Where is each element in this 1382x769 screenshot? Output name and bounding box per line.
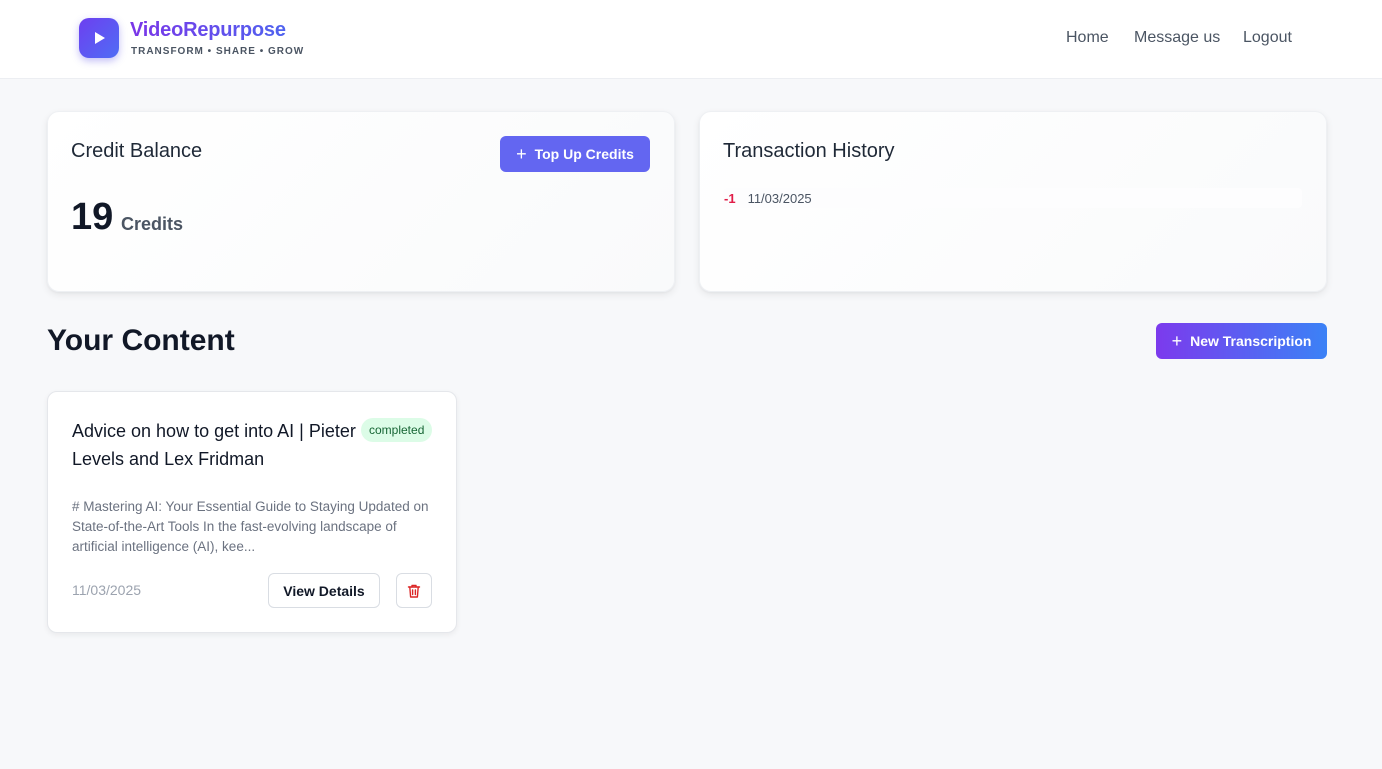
content-card: Advice on how to get into AI | Pieter Le… xyxy=(47,391,457,633)
credit-unit: Credits xyxy=(121,214,184,234)
content-date: 11/03/2025 xyxy=(72,582,142,598)
nav-logout-link[interactable]: Logout xyxy=(1243,29,1292,47)
transaction-amount: -1 xyxy=(724,190,736,206)
content-excerpt: # Mastering AI: Your Essential Guide to … xyxy=(72,499,429,554)
content-title[interactable]: Advice on how to get into AI | Pieter Le… xyxy=(72,417,362,473)
transaction-history-title: Transaction History xyxy=(723,140,895,162)
view-details-button[interactable]: View Details xyxy=(268,573,380,608)
brand-name[interactable]: VideoRepurpose xyxy=(130,19,286,42)
top-up-credits-button[interactable]: + Top Up Credits xyxy=(500,136,650,172)
transaction-row: -1 11/03/2025 xyxy=(723,188,1302,208)
trash-icon xyxy=(407,584,421,598)
play-icon xyxy=(95,32,105,44)
credit-amount: 19 xyxy=(71,196,114,238)
nav-home-link[interactable]: Home xyxy=(1066,29,1109,47)
brand-tagline: TRANSFORM • SHARE • GROW xyxy=(131,46,305,57)
new-transcription-label: New Transcription xyxy=(1190,333,1312,349)
nav-message-us-link[interactable]: Message us xyxy=(1134,29,1220,47)
plus-icon: + xyxy=(1171,330,1183,351)
plus-icon: + xyxy=(516,143,527,164)
your-content-heading: Your Content xyxy=(47,324,235,357)
logo[interactable] xyxy=(79,18,119,58)
delete-button[interactable] xyxy=(396,573,432,608)
status-badge: completed xyxy=(361,418,433,442)
top-up-credits-label: Top Up Credits xyxy=(534,146,634,162)
new-transcription-button[interactable]: + New Transcription xyxy=(1156,323,1327,359)
transaction-date: 11/03/2025 xyxy=(747,190,812,206)
credit-balance-title: Credit Balance xyxy=(71,140,203,162)
top-navbar: VideoRepurpose TRANSFORM • SHARE • GROW … xyxy=(0,0,1382,79)
